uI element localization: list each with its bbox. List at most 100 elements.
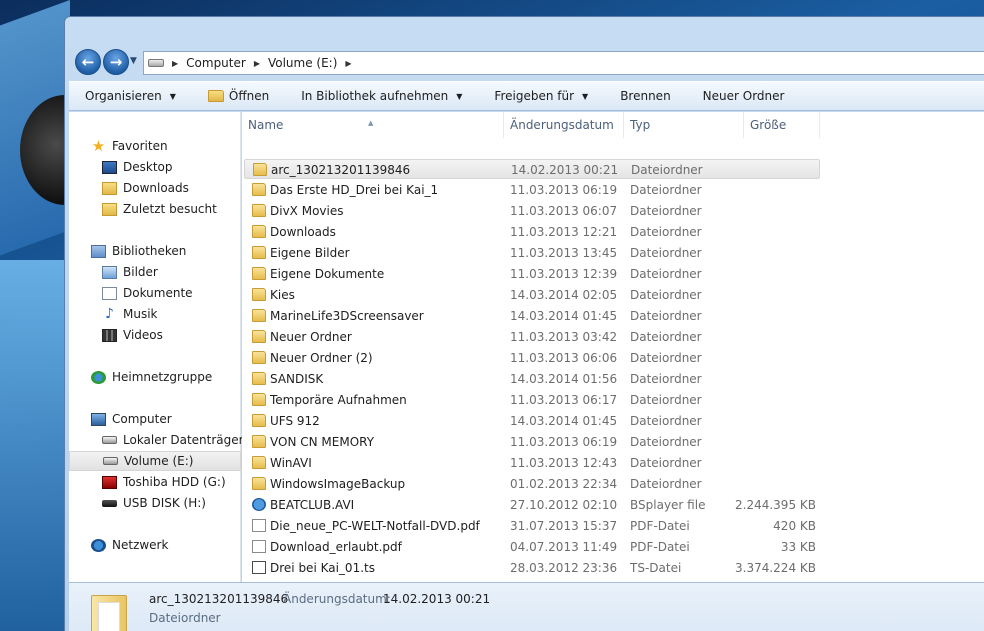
details-date-value: 14.02.2013 00:21 <box>383 592 491 606</box>
nav-label: Desktop <box>123 160 173 174</box>
open-button[interactable]: Öffnen <box>192 81 285 111</box>
file-row[interactable]: Download_erlaubt.pdf 04.07.2013 11:49 PDF-… <box>244 537 820 557</box>
folder-icon <box>252 330 266 343</box>
film-strip-icon <box>102 328 117 342</box>
nav-documents[interactable]: Dokumente <box>69 283 241 303</box>
file-size: 33 KB <box>780 540 816 554</box>
organize-label: Organisieren <box>85 89 162 103</box>
new-folder-label: Neuer Ordner <box>702 89 785 103</box>
nav-recent-places[interactable]: Zuletzt besucht <box>69 199 241 219</box>
file-row[interactable]: Downloads 11.03.2013 12:21 Dateiordner <box>244 222 820 242</box>
chevron-right-icon[interactable]: ▶ <box>172 59 178 68</box>
file-row[interactable]: Die_neue_PC-WELT-Notfall-DVD.pdf 31.07.20… <box>244 516 820 536</box>
column-header-date[interactable]: Änderungsdatum <box>504 112 624 138</box>
burn-label: Brennen <box>620 89 671 103</box>
nav-network[interactable]: Netzwerk <box>69 535 241 555</box>
folder-icon <box>252 309 266 322</box>
breadcrumb-computer[interactable]: Computer <box>186 56 246 70</box>
folder-icon <box>252 372 266 385</box>
ts-file-icon <box>252 561 266 574</box>
details-item-name: arc_130213201139846 <box>149 592 289 606</box>
nav-favorites[interactable]: ★ Favoriten <box>69 136 241 156</box>
file-row[interactable]: DivX Movies 11.03.2013 06:07 Dateiordner <box>244 201 820 221</box>
nav-pictures[interactable]: Bilder <box>69 262 241 282</box>
file-row[interactable]: Eigene Dokumente 11.03.2013 12:39 Dateiord… <box>244 264 820 284</box>
file-row[interactable]: SANDISK 14.03.2014 01:56 Dateiordner <box>244 369 820 389</box>
chevron-right-icon[interactable]: ▶ <box>345 59 351 68</box>
nav-label: Lokaler Datenträger <box>123 433 244 447</box>
desktop-wallpaper <box>0 0 72 631</box>
nav-label: Bilder <box>123 265 158 279</box>
breadcrumb-volume-e[interactable]: Volume (E:) <box>268 56 337 70</box>
folder-icon <box>252 456 266 469</box>
file-type: Dateiordner <box>630 246 702 260</box>
file-row[interactable]: Drei bei Kai_01.ts 28.03.2012 23:36 TS-Dat… <box>244 558 820 578</box>
file-row[interactable]: Neuer Ordner 11.03.2013 03:42 Dateiordner <box>244 327 820 347</box>
file-row[interactable]: WindowsImageBackup 01.02.2013 22:34 Dateio… <box>244 474 820 494</box>
pdf-file-icon <box>252 519 266 532</box>
file-row[interactable]: UFS 912 14.03.2014 01:45 Dateiordner <box>244 411 820 431</box>
include-in-library-button[interactable]: In Bibliothek aufnehmen ▼ <box>285 81 478 111</box>
forward-button[interactable]: → <box>103 49 129 75</box>
details-item-type: Dateiordner <box>149 611 221 625</box>
back-button[interactable]: ← <box>75 49 101 75</box>
nav-toshiba-hdd[interactable]: Toshiba HDD (G:) <box>69 472 241 492</box>
file-row[interactable]: Kies 14.03.2014 02:05 Dateiordner <box>244 285 820 305</box>
libraries-icon <box>91 244 106 258</box>
pdf-file-icon <box>252 540 266 553</box>
nav-music[interactable]: ♪ Musik <box>69 304 241 324</box>
nav-computer[interactable]: Computer <box>69 409 241 429</box>
nav-volume-e[interactable]: Volume (E:) <box>69 451 241 471</box>
nav-label: Zuletzt besucht <box>123 202 217 216</box>
nav-libraries[interactable]: Bibliotheken <box>69 241 241 261</box>
file-name: Das Erste HD_Drei bei Kai_1 <box>270 183 439 197</box>
nav-videos[interactable]: Videos <box>69 325 241 345</box>
column-header-size[interactable]: Größe <box>744 112 820 138</box>
file-row[interactable]: BEATCLUB.AVI 27.10.2012 02:10 BSplayer fil… <box>244 495 820 515</box>
organize-button[interactable]: Organisieren ▼ <box>69 81 192 111</box>
file-name: Kies <box>270 288 295 302</box>
file-type: Dateiordner <box>630 204 702 218</box>
nav-label: Musik <box>123 307 158 321</box>
computer-icon <box>91 412 106 426</box>
file-row[interactable]: WinAVI 11.03.2013 12:43 Dateiordner <box>244 453 820 473</box>
breadcrumb[interactable]: ▶ Computer ▶ Volume (E:) ▶ <box>143 51 984 75</box>
nav-label: Heimnetzgruppe <box>112 370 213 384</box>
nav-desktop[interactable]: Desktop <box>69 157 241 177</box>
file-type: Dateiordner <box>630 435 702 449</box>
file-row[interactable]: VON CN MEMORY 11.03.2013 06:19 Dateiordner <box>244 432 820 452</box>
nav-label: Netzwerk <box>112 538 169 552</box>
navigation-pane: ★ Favoriten Desktop Downloads Zuletzt be… <box>69 112 244 582</box>
column-header-name[interactable]: Name ▲ <box>242 112 504 138</box>
file-row[interactable]: Neuer Ordner (2) 11.03.2013 06:06 Dateiord… <box>244 348 820 368</box>
file-type: Dateiordner <box>630 225 702 239</box>
nav-label: Toshiba HDD (G:) <box>123 475 226 489</box>
nav-local-disk[interactable]: Lokaler Datenträger <box>69 430 244 450</box>
folder-icon <box>252 267 266 280</box>
file-row[interactable]: arc_130213201139846 14.02.2013 00:21 Datei… <box>244 159 820 179</box>
file-row[interactable]: Temporäre Aufnahmen 11.03.2013 06:17 Datei… <box>244 390 820 410</box>
nav-downloads[interactable]: Downloads <box>69 178 241 198</box>
column-header-type[interactable]: Typ <box>624 112 744 138</box>
nav-usb-disk[interactable]: USB DISK (H:) <box>69 493 241 513</box>
homegroup-icon <box>91 370 106 384</box>
share-with-button[interactable]: Freigeben für ▼ <box>478 81 604 111</box>
pictures-icon <box>102 265 117 279</box>
open-label: Öffnen <box>228 89 270 103</box>
chevron-right-icon[interactable]: ▶ <box>254 59 260 68</box>
column-header-label: Änderungsdatum <box>510 118 614 132</box>
file-row[interactable]: Das Erste HD_Drei bei Kai_1 11.03.2013 06… <box>244 180 820 200</box>
file-name: Eigene Dokumente <box>270 267 385 281</box>
file-row[interactable]: Eigene Bilder 11.03.2013 13:45 Dateiordner <box>244 243 820 263</box>
file-date: 31.07.2013 15:37 <box>510 519 618 533</box>
nav-label: Downloads <box>123 181 189 195</box>
new-folder-button[interactable]: Neuer Ordner <box>687 81 801 111</box>
nav-homegroup[interactable]: Heimnetzgruppe <box>69 367 241 387</box>
file-type: Dateiordner <box>630 309 702 323</box>
recent-pages-dropdown-icon[interactable]: ▼ <box>130 56 137 66</box>
share-with-label: Freigeben für <box>494 89 575 103</box>
file-date: 14.03.2014 02:05 <box>510 288 618 302</box>
file-row[interactable]: MarineLife3DScreensaver 14.03.2014 01:45 D… <box>244 306 820 326</box>
burn-button[interactable]: Brennen <box>604 81 686 111</box>
column-header-label: Größe <box>750 118 787 132</box>
